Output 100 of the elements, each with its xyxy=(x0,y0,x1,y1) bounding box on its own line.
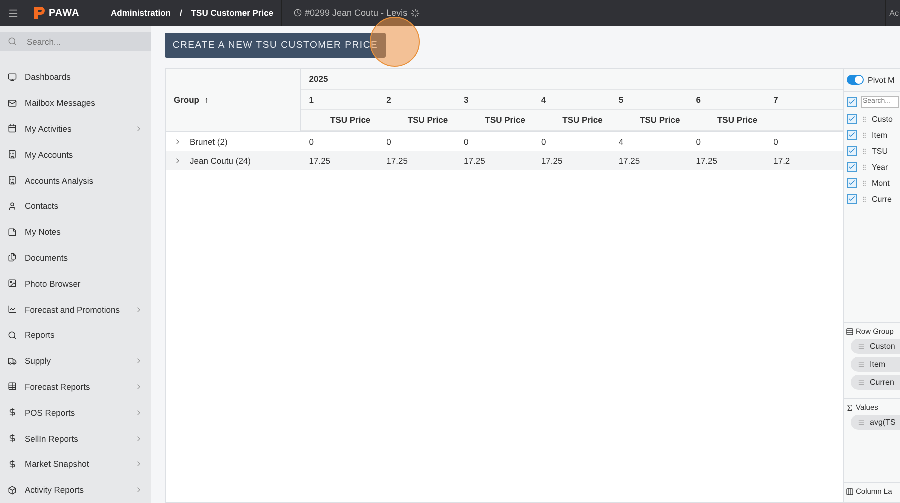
column-header[interactable]: TSU Price xyxy=(717,115,758,126)
sidebar-item[interactable]: Photo Browser xyxy=(0,270,151,297)
table-cell-text: 17.25 xyxy=(463,156,486,166)
building-icon xyxy=(8,176,17,186)
field-chip[interactable]: Custon xyxy=(851,339,900,354)
column-label: Year xyxy=(872,162,888,172)
column-group-header: 7 xyxy=(774,94,778,104)
table-cell-text: 17.25 xyxy=(618,156,642,166)
row-group-icon xyxy=(846,328,854,336)
chevron-icon xyxy=(135,460,143,468)
column-label: TSU xyxy=(872,146,888,156)
column-checkbox[interactable] xyxy=(847,114,857,124)
dollar-icon xyxy=(8,434,17,443)
sidebar-item[interactable]: Contacts xyxy=(0,193,151,220)
field-chip[interactable]: Item xyxy=(851,357,900,372)
expand-icon[interactable] xyxy=(174,138,182,146)
sidebar-item[interactable]: SellIn Reports xyxy=(0,426,151,452)
select-all-checkbox[interactable] xyxy=(847,96,857,106)
chevron-icon xyxy=(135,408,143,417)
column-checkbox[interactable] xyxy=(847,162,857,172)
field-chip[interactable]: Curren xyxy=(851,375,900,390)
column-header[interactable]: TSU Price xyxy=(408,115,448,126)
column-group-header: 6 xyxy=(696,94,701,104)
table-cell-text: 0 xyxy=(386,136,392,146)
sidebar-item[interactable]: My Accounts xyxy=(0,142,151,168)
chevron-icon xyxy=(135,486,143,494)
table-cell-text: 0 xyxy=(772,136,780,146)
column-label: Curre xyxy=(872,194,892,204)
drag-handle-icon[interactable] xyxy=(858,343,865,350)
expand-icon[interactable] xyxy=(174,156,182,164)
table-cell-text: 0 xyxy=(695,136,702,146)
column-checkbox[interactable] xyxy=(847,178,857,188)
column-checkbox[interactable] xyxy=(847,194,857,204)
column-group-header: 2025 xyxy=(308,74,328,84)
sidebar-item[interactable]: Supply xyxy=(0,348,151,374)
column-header[interactable]: TSU Price xyxy=(330,115,371,126)
sidebar-item[interactable]: Activity Reports xyxy=(0,477,151,503)
column-label: Mont xyxy=(872,178,890,188)
column-group-header: 5 xyxy=(618,94,624,104)
table-icon xyxy=(8,382,17,392)
column-group-header: 4 xyxy=(541,94,546,104)
box-icon xyxy=(8,486,17,495)
menu-icon[interactable] xyxy=(8,8,18,18)
column-checkbox[interactable] xyxy=(847,146,857,156)
truck-icon xyxy=(8,356,17,366)
table-row[interactable]: Jean Coutu (24) 17.25 17.25 17.25 17.25 17.25 17.25 17.2 xyxy=(166,151,843,170)
building-icon xyxy=(8,150,17,160)
chevron-icon xyxy=(135,306,143,314)
table-cell-text: 17.25 xyxy=(308,156,332,166)
table-cell-text: 17.2 xyxy=(772,156,792,166)
column-label: Custo xyxy=(872,114,893,124)
breadcrumb-item[interactable]: Administration xyxy=(111,8,171,18)
line-chart-icon xyxy=(8,305,17,314)
drag-handle-icon[interactable] xyxy=(858,379,865,386)
drag-handle-icon[interactable] xyxy=(858,361,865,368)
pivot-mode-toggle[interactable] xyxy=(847,75,864,85)
image-icon xyxy=(8,279,17,288)
column-header[interactable]: Group xyxy=(174,95,200,105)
table-cell-text: 4 xyxy=(618,136,625,146)
sidebar-item[interactable]: Forecast and Promotions xyxy=(0,296,151,322)
sum-icon xyxy=(846,404,854,412)
column-group-header: 3 xyxy=(464,94,469,104)
user-icon xyxy=(8,202,17,211)
chevron-icon xyxy=(135,357,143,366)
column-header[interactable]: TSU Price xyxy=(640,115,680,126)
breadcrumb-item: TSU Customer Price xyxy=(191,8,274,18)
table-cell: Brunet (2) xyxy=(190,136,228,146)
logo-text: PAWA xyxy=(49,8,80,18)
search-input[interactable]: Search... xyxy=(25,36,135,48)
sidebar-item[interactable]: My Notes xyxy=(0,219,151,246)
table-cell-text: 17.25 xyxy=(695,156,718,166)
search-field[interactable]: Search... xyxy=(0,32,151,52)
mail-icon xyxy=(8,98,17,108)
chevron-icon xyxy=(135,434,143,442)
sidebar-item[interactable]: Reports xyxy=(0,322,151,348)
sidebar-item[interactable]: Dashboards xyxy=(0,64,151,90)
column-labels-icon xyxy=(846,488,854,496)
table-cell: Jean Coutu (24) xyxy=(190,156,251,166)
chevron-icon xyxy=(135,124,143,133)
logo-icon xyxy=(32,6,46,20)
field-chip[interactable]: avg(TS xyxy=(851,415,900,430)
loading-icon xyxy=(410,8,420,18)
documents-icon xyxy=(8,253,17,262)
sidebar-item[interactable]: POS Reports xyxy=(0,400,151,426)
column-label: Item xyxy=(872,130,888,140)
sidebar-item[interactable]: My Activities xyxy=(0,116,151,142)
table-cell-text: 17.25 xyxy=(540,156,564,166)
sidebar-item[interactable]: Accounts Analysis xyxy=(0,168,151,194)
toggle-label: Pivot M xyxy=(868,76,895,84)
search-icon xyxy=(8,37,17,46)
column-header[interactable]: TSU Price xyxy=(485,115,526,126)
sidebar-item[interactable]: Mailbox Messages xyxy=(0,90,151,116)
column-checkbox[interactable] xyxy=(847,130,857,140)
sidebar-item[interactable]: Forecast Reports xyxy=(0,374,151,400)
column-header[interactable]: TSU Price xyxy=(562,115,603,126)
sort-indicator: ↑ xyxy=(204,95,209,105)
dollar-icon xyxy=(8,408,17,418)
drag-handle-icon[interactable] xyxy=(858,419,865,426)
sidebar-item[interactable]: Documents xyxy=(0,245,151,271)
sidebar-item[interactable]: Market Snapshot xyxy=(0,451,151,478)
